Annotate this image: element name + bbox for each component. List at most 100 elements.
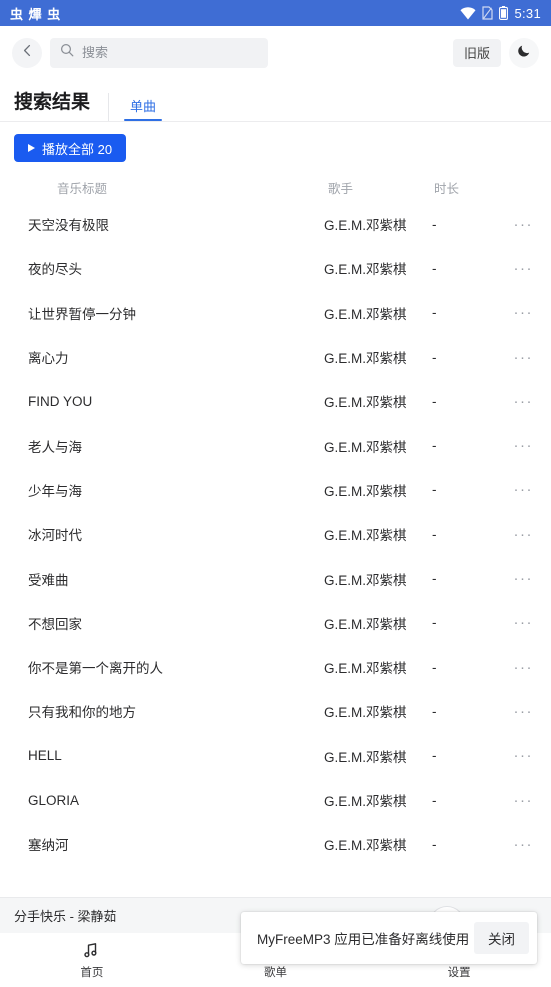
ellipsis-icon[interactable]: ··· <box>500 393 537 410</box>
back-button[interactable] <box>12 37 42 68</box>
play-triangle-icon <box>28 144 35 152</box>
song-duration: - <box>432 349 437 365</box>
song-title: HELL <box>28 748 62 764</box>
wifi-icon <box>460 6 476 20</box>
song-duration: - <box>432 438 437 454</box>
status-bar: 虫 熚 虫 5:31 <box>0 0 551 26</box>
table-row[interactable]: 少年与海 G.E.M.邓紫棋 - ··· <box>0 468 551 512</box>
page-title: 搜索结果 <box>14 92 91 113</box>
table-row[interactable]: 只有我和你的地方 G.E.M.邓紫棋 - ··· <box>0 689 551 733</box>
ellipsis-icon[interactable]: ··· <box>500 659 537 676</box>
search-icon <box>60 43 74 62</box>
song-title: GLORIA <box>28 792 80 808</box>
table-row[interactable]: 塞纳河 G.E.M.邓紫棋 - ··· <box>0 822 551 866</box>
toast-message: MyFreeMP3 应用已准备好离线使用 <box>257 932 470 947</box>
song-artist: G.E.M.邓紫棋 <box>324 572 407 588</box>
ellipsis-icon[interactable]: ··· <box>500 304 537 321</box>
ellipsis-icon[interactable]: ··· <box>500 792 537 809</box>
results-tabs: 单曲 <box>108 93 163 121</box>
song-title: 塞纳河 <box>28 838 69 854</box>
ellipsis-icon[interactable]: ··· <box>500 437 537 454</box>
play-all-container: 播放全部 20 <box>0 122 551 172</box>
song-duration: - <box>432 482 437 498</box>
nav-label-playlist: 歌单 <box>264 966 287 979</box>
table-row[interactable]: 不想回家 G.E.M.邓紫棋 - ··· <box>0 601 551 645</box>
music-note-icon <box>82 941 101 961</box>
table-body: 天空没有极限 G.E.M.邓紫棋 - ··· 夜的尽头 G.E.M.邓紫棋 - ··· 让世界暂… <box>0 202 551 866</box>
song-title: 只有我和你的地方 <box>28 705 136 721</box>
ellipsis-icon[interactable]: ··· <box>500 747 537 764</box>
song-duration: - <box>432 703 437 719</box>
results-header: 搜索结果 单曲 <box>0 79 551 121</box>
song-title: 受难曲 <box>28 572 69 588</box>
song-artist: G.E.M.邓紫棋 <box>324 483 407 499</box>
table-row[interactable]: HELL G.E.M.邓紫棋 - ··· <box>0 734 551 778</box>
table-row[interactable]: 离心力 G.E.M.邓紫棋 - ··· <box>0 335 551 379</box>
song-duration: - <box>432 526 437 542</box>
play-all-label: 播放全部 20 <box>42 141 113 157</box>
app-root: 虫 熚 虫 5:31 旧版 <box>0 0 551 987</box>
moon-icon <box>517 43 532 63</box>
ellipsis-icon[interactable]: ··· <box>500 349 537 366</box>
song-artist: G.E.M.邓紫棋 <box>324 528 407 544</box>
song-artist: G.E.M.邓紫棋 <box>324 705 407 721</box>
song-duration: - <box>432 748 437 764</box>
table-row[interactable]: 天空没有极限 G.E.M.邓紫棋 - ··· <box>0 202 551 246</box>
table-row[interactable]: 受难曲 G.E.M.邓紫棋 - ··· <box>0 556 551 600</box>
song-artist: G.E.M.邓紫棋 <box>324 794 407 809</box>
song-artist: G.E.M.邓紫棋 <box>324 351 407 367</box>
song-artist: G.E.M.邓紫棋 <box>324 218 407 234</box>
play-all-button[interactable]: 播放全部 20 <box>14 134 127 162</box>
tab-singles[interactable]: 单曲 <box>124 100 163 121</box>
song-title: 老人与海 <box>28 439 82 455</box>
nav-label-settings: 设置 <box>447 966 471 979</box>
ellipsis-icon[interactable]: ··· <box>500 526 537 543</box>
table-row[interactable]: 冰河时代 G.E.M.邓紫棋 - ··· <box>0 512 551 556</box>
song-title: 离心力 <box>28 351 69 367</box>
table-row[interactable]: 夜的尽头 G.E.M.邓紫棋 - ··· <box>0 246 551 290</box>
status-bar-right: 5:31 <box>460 6 541 21</box>
status-bar-left-glyphs: 虫 熚 虫 <box>10 6 62 22</box>
song-title: 冰河时代 <box>28 528 82 544</box>
song-title: FIND YOU <box>28 393 93 409</box>
song-duration: - <box>432 571 437 587</box>
song-duration: - <box>432 216 437 232</box>
table-row[interactable]: GLORIA G.E.M.邓紫棋 - ··· <box>0 778 551 822</box>
table-header-row: 音乐标题 歌手 时长 <box>0 172 551 202</box>
song-title: 天空没有极限 <box>28 218 109 234</box>
column-header-artist: 歌手 <box>328 181 354 196</box>
nav-item-home[interactable]: 首页 <box>0 941 184 980</box>
offline-ready-toast: MyFreeMP3 应用已准备好离线使用 关闭 <box>241 912 537 964</box>
column-header-title: 音乐标题 <box>57 181 108 196</box>
table-row[interactable]: FIND YOU G.E.M.邓紫棋 - ··· <box>0 379 551 423</box>
song-duration: - <box>432 792 437 808</box>
song-artist: G.E.M.邓紫棋 <box>324 262 407 278</box>
ellipsis-icon[interactable]: ··· <box>500 216 537 233</box>
search-input[interactable] <box>82 45 258 60</box>
song-artist: G.E.M.邓紫棋 <box>324 439 407 455</box>
theme-toggle-button[interactable] <box>509 37 539 68</box>
table-row[interactable]: 让世界暂停一分钟 G.E.M.邓紫棋 - ··· <box>0 291 551 335</box>
ellipsis-icon[interactable]: ··· <box>500 836 537 853</box>
search-field[interactable] <box>50 37 268 68</box>
legacy-version-button[interactable]: 旧版 <box>452 38 501 67</box>
song-duration: - <box>432 305 437 321</box>
song-title: 夜的尽头 <box>28 262 82 278</box>
song-artist: G.E.M.邓紫棋 <box>324 306 407 322</box>
ellipsis-icon[interactable]: ··· <box>500 614 537 631</box>
song-title: 你不是第一个离开的人 <box>28 661 163 677</box>
song-duration: - <box>432 659 437 675</box>
battery-icon <box>499 6 509 20</box>
toast-close-button[interactable]: 关闭 <box>474 922 529 954</box>
song-artist: G.E.M.邓紫棋 <box>324 395 407 411</box>
table-row[interactable]: 你不是第一个离开的人 G.E.M.邓紫棋 - ··· <box>0 645 551 689</box>
song-title: 让世界暂停一分钟 <box>28 306 136 322</box>
ellipsis-icon[interactable]: ··· <box>500 481 537 498</box>
search-header: 旧版 <box>0 26 551 79</box>
column-header-duration: 时长 <box>434 181 460 196</box>
ellipsis-icon[interactable]: ··· <box>500 703 537 720</box>
status-bar-clock: 5:31 <box>514 5 541 21</box>
ellipsis-icon[interactable]: ··· <box>500 570 537 587</box>
table-row[interactable]: 老人与海 G.E.M.邓紫棋 - ··· <box>0 423 551 467</box>
ellipsis-icon[interactable]: ··· <box>500 260 537 277</box>
